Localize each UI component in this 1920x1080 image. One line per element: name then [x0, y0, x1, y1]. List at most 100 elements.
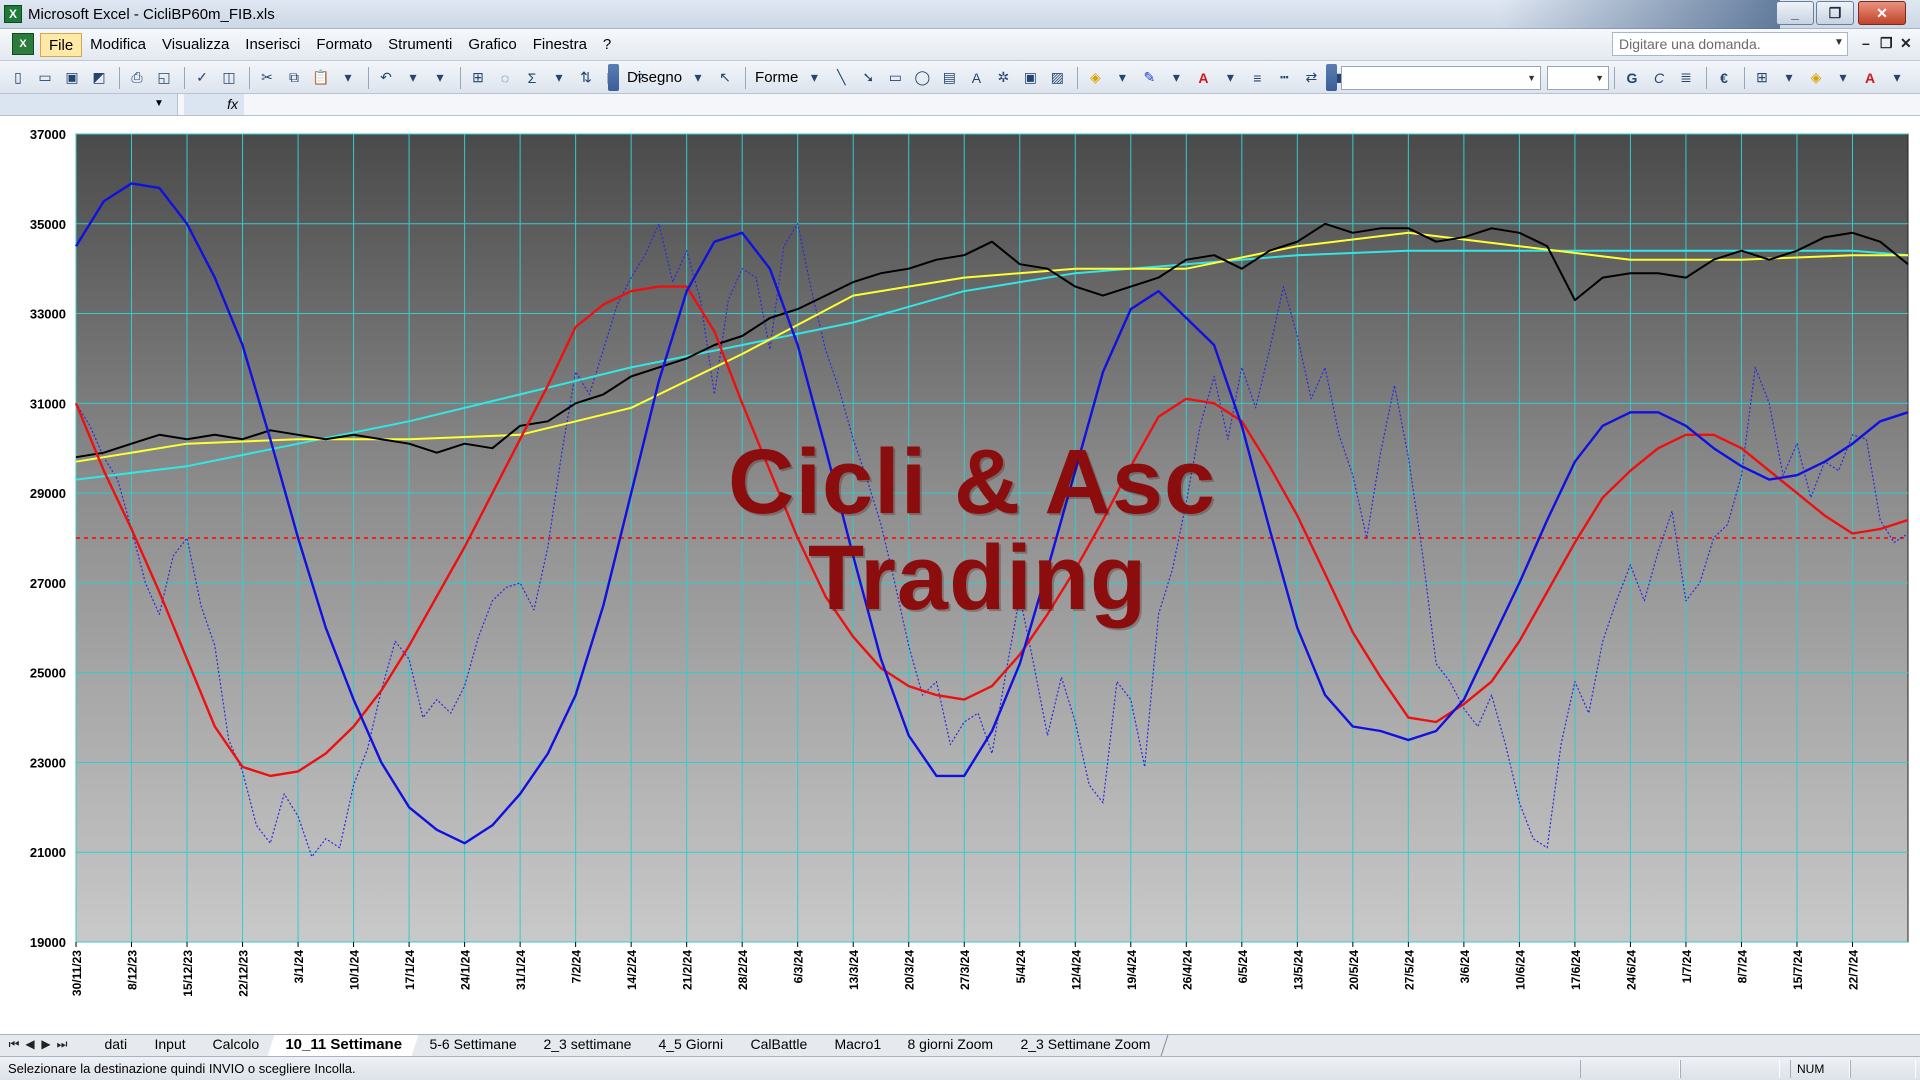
x-tick-label: 10/1/24 [348, 950, 362, 990]
text-color-icon[interactable]: A [1858, 66, 1882, 90]
sort-icon[interactable]: ⇅ [574, 66, 598, 90]
menu-finestra[interactable]: Finestra [525, 33, 595, 57]
toolbar-grip[interactable] [1326, 64, 1337, 91]
save-icon[interactable]: ▣ [60, 66, 84, 90]
fill-color-dropdown-icon[interactable]: ▾ [1110, 66, 1134, 90]
copy-icon[interactable]: ⧉ [282, 66, 306, 90]
menu-inserisci[interactable]: Inserisci [237, 33, 308, 57]
undo-icon[interactable]: ↶ [374, 66, 398, 90]
tab-macro1[interactable]: Macro1 [816, 1035, 899, 1056]
select-objects-icon[interactable]: ↖ [713, 66, 737, 90]
toolbar-grip[interactable] [608, 64, 619, 91]
highlight-dropdown-icon[interactable]: ▾ [1831, 66, 1855, 90]
new-file-icon[interactable]: ▯ [6, 66, 30, 90]
forme-menu[interactable]: Forme [751, 69, 802, 86]
rectangle-icon[interactable]: ▭ [883, 66, 907, 90]
italic-button[interactable]: C [1647, 66, 1671, 90]
x-tick-label: 20/5/24 [1347, 950, 1361, 990]
chart-wizard-icon[interactable]: ◌ [493, 66, 517, 90]
name-box[interactable]: ▼ [0, 94, 178, 115]
hyperlink-icon[interactable]: ⊞ [466, 66, 490, 90]
menu-modifica[interactable]: Modifica [82, 33, 154, 57]
tab-input[interactable]: Input [136, 1035, 204, 1056]
x-tick-label: 5/4/24 [1014, 950, 1028, 984]
menu-file[interactable]: File [40, 33, 83, 57]
tab-4-5-giorni[interactable]: 4_5 Giorni [640, 1035, 742, 1056]
tab-2-3-settimane-zoom[interactable]: 2_3 Settimane Zoom [1002, 1035, 1169, 1056]
paste-dropdown-icon[interactable]: ▾ [336, 66, 360, 90]
line-color-icon[interactable]: ✎ [1137, 66, 1161, 90]
font-size-combo[interactable]: ▼ [1547, 65, 1609, 90]
arrow-icon[interactable]: ➘ [856, 66, 880, 90]
next-sheet-icon[interactable]: ▶ [38, 1037, 54, 1052]
help-dropdown-arrow-icon[interactable]: ▼ [1834, 37, 1844, 48]
research-icon[interactable]: ◫ [217, 66, 241, 90]
font-name-combo[interactable]: ▼ [1341, 65, 1541, 90]
first-sheet-icon[interactable]: ⏮ [6, 1037, 22, 1052]
clipart-icon[interactable]: ▣ [1018, 66, 1042, 90]
line-style-icon[interactable]: ≡ [1245, 66, 1269, 90]
tab-calcolo[interactable]: Calcolo [194, 1035, 277, 1056]
textbox-icon[interactable]: ▤ [937, 66, 961, 90]
bold-button[interactable]: G [1620, 66, 1644, 90]
text-color-dropdown-icon[interactable]: ▾ [1885, 66, 1909, 90]
autosum-dropdown-icon[interactable]: ▾ [547, 66, 571, 90]
menu-grafico[interactable]: Grafico [460, 33, 524, 57]
chart-sheet[interactable]: 19000 21000 23000 25000 27000 29000 31000 33000… [0, 116, 1920, 1034]
arrow-style-icon[interactable]: ⇄ [1299, 66, 1323, 90]
workbook-icon[interactable]: X [12, 33, 34, 55]
last-sheet-icon[interactable]: ⏭ [54, 1037, 70, 1052]
permission-icon[interactable]: ◩ [87, 66, 111, 90]
minimize-button[interactable]: _ [1776, 1, 1814, 25]
dash-style-icon[interactable]: ┅ [1272, 66, 1296, 90]
font-color-dropdown-icon[interactable]: ▾ [1218, 66, 1242, 90]
disegno-dropdown-icon[interactable]: ▾ [686, 66, 710, 90]
insert-function-button[interactable]: fx [184, 94, 244, 115]
paste-icon[interactable]: 📋 [309, 66, 333, 90]
oval-icon[interactable]: ◯ [910, 66, 934, 90]
doc-close-button[interactable]: ✕ [1900, 35, 1912, 52]
cut-icon[interactable]: ✂ [255, 66, 279, 90]
picture-icon[interactable]: ▨ [1045, 66, 1069, 90]
menu-formato[interactable]: Formato [308, 33, 380, 57]
forme-dropdown-icon[interactable]: ▾ [802, 66, 826, 90]
print-preview-icon[interactable]: ◱ [152, 66, 176, 90]
redo-dropdown-icon[interactable]: ▾ [428, 66, 452, 90]
line-color-dropdown-icon[interactable]: ▾ [1164, 66, 1188, 90]
prev-sheet-icon[interactable]: ◀ [22, 1037, 38, 1052]
diagram-icon[interactable]: ✲ [991, 66, 1015, 90]
borders-dropdown-icon[interactable]: ▾ [1777, 66, 1801, 90]
close-button[interactable]: ✕ [1858, 1, 1906, 25]
borders-icon[interactable]: ⊞ [1750, 66, 1774, 90]
tab-10-11-settimane[interactable]: 10_11 Settimane [268, 1035, 421, 1056]
currency-button[interactable]: € [1712, 66, 1736, 90]
undo-dropdown-icon[interactable]: ▾ [401, 66, 425, 90]
open-folder-icon[interactable]: ▭ [33, 66, 57, 90]
autosum-icon[interactable]: Σ [520, 66, 544, 90]
x-tick-label: 15/12/23 [181, 950, 195, 997]
maximize-button[interactable]: ❐ [1816, 1, 1854, 25]
doc-restore-button[interactable]: ❐ [1880, 35, 1893, 52]
highlight-icon[interactable]: ◈ [1804, 66, 1828, 90]
menu-help[interactable]: ? [595, 33, 619, 57]
line-icon[interactable]: ╲ [829, 66, 853, 90]
tab-dati[interactable]: dati [86, 1035, 145, 1056]
fill-color-icon[interactable]: ◈ [1083, 66, 1107, 90]
menu-visualizza[interactable]: Visualizza [154, 33, 237, 57]
tab-calbattle[interactable]: CalBattle [732, 1035, 826, 1056]
name-box-dropdown-icon[interactable]: ▼ [154, 98, 164, 109]
wordart-icon[interactable]: A [964, 66, 988, 90]
title-bar: X Microsoft Excel - CicliBP60m_FIB.xls _… [0, 0, 1920, 29]
font-color-icon[interactable]: A [1191, 66, 1215, 90]
menu-strumenti[interactable]: Strumenti [380, 33, 460, 57]
tab-5-6-settimane[interactable]: 5-6 Settimane [411, 1035, 535, 1056]
align-icon[interactable]: ≣ [1674, 66, 1698, 90]
tab-8-giorni-zoom[interactable]: 8 giorni Zoom [889, 1035, 1012, 1056]
disegno-menu[interactable]: Disegno [623, 69, 686, 86]
tab-2-3-settimane[interactable]: 2_3 settimane [525, 1035, 650, 1056]
doc-minimize-button[interactable]: – [1862, 35, 1870, 51]
spelling-icon[interactable]: ✓ [190, 66, 214, 90]
print-icon[interactable]: ⎙ [125, 66, 149, 90]
excel-app-icon[interactable]: X [4, 5, 22, 23]
help-question-input[interactable]: Digitare una domanda. [1612, 32, 1848, 56]
